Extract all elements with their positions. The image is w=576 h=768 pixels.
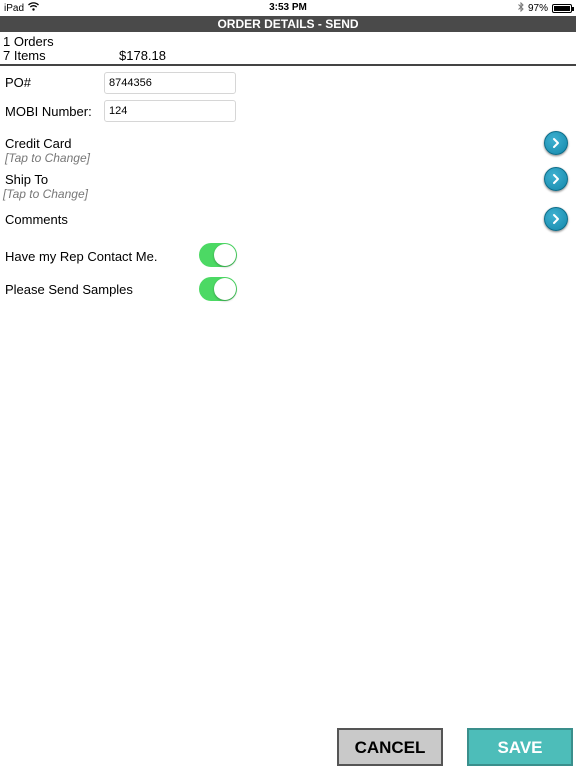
mobi-number-label: MOBI Number: xyxy=(5,104,92,119)
credit-card-subtitle: [Tap to Change] xyxy=(5,151,90,165)
battery-icon xyxy=(552,4,574,13)
orders-count: 1 Orders xyxy=(3,34,54,49)
save-button[interactable]: SAVE xyxy=(467,728,573,766)
credit-card-arrow-button[interactable] xyxy=(544,131,568,155)
status-time: 3:53 PM xyxy=(269,2,307,13)
comments-arrow-button[interactable] xyxy=(544,207,568,231)
rep-contact-toggle[interactable] xyxy=(199,243,237,267)
ship-to-subtitle: [Tap to Change] xyxy=(3,187,88,201)
comments-title: Comments xyxy=(5,212,68,227)
toggle-knob xyxy=(214,244,236,266)
bluetooth-icon xyxy=(518,1,524,15)
credit-card-title: Credit Card xyxy=(5,136,72,151)
toggle-knob xyxy=(214,278,236,300)
send-samples-toggle[interactable] xyxy=(199,277,237,301)
po-label: PO# xyxy=(5,75,32,90)
rep-contact-label: Have my Rep Contact Me. xyxy=(5,249,158,264)
mobi-number-input[interactable] xyxy=(104,100,236,122)
ship-to-arrow-button[interactable] xyxy=(544,167,568,191)
order-total: $178.18 xyxy=(119,48,166,63)
status-bar: iPad 3:53 PM 97% xyxy=(0,0,576,16)
page-title: ORDER DETAILS - SEND xyxy=(0,16,576,32)
send-samples-label: Please Send Samples xyxy=(5,282,133,297)
ship-to-title: Ship To xyxy=(5,172,49,187)
items-count: 7 Items xyxy=(3,48,46,63)
battery-percent: 97% xyxy=(527,3,548,14)
po-input[interactable] xyxy=(104,72,236,94)
status-right: 97% xyxy=(518,1,574,15)
order-summary: 1 Orders 7 Items $178.18 xyxy=(0,33,576,66)
cancel-button[interactable]: CANCEL xyxy=(337,728,443,766)
